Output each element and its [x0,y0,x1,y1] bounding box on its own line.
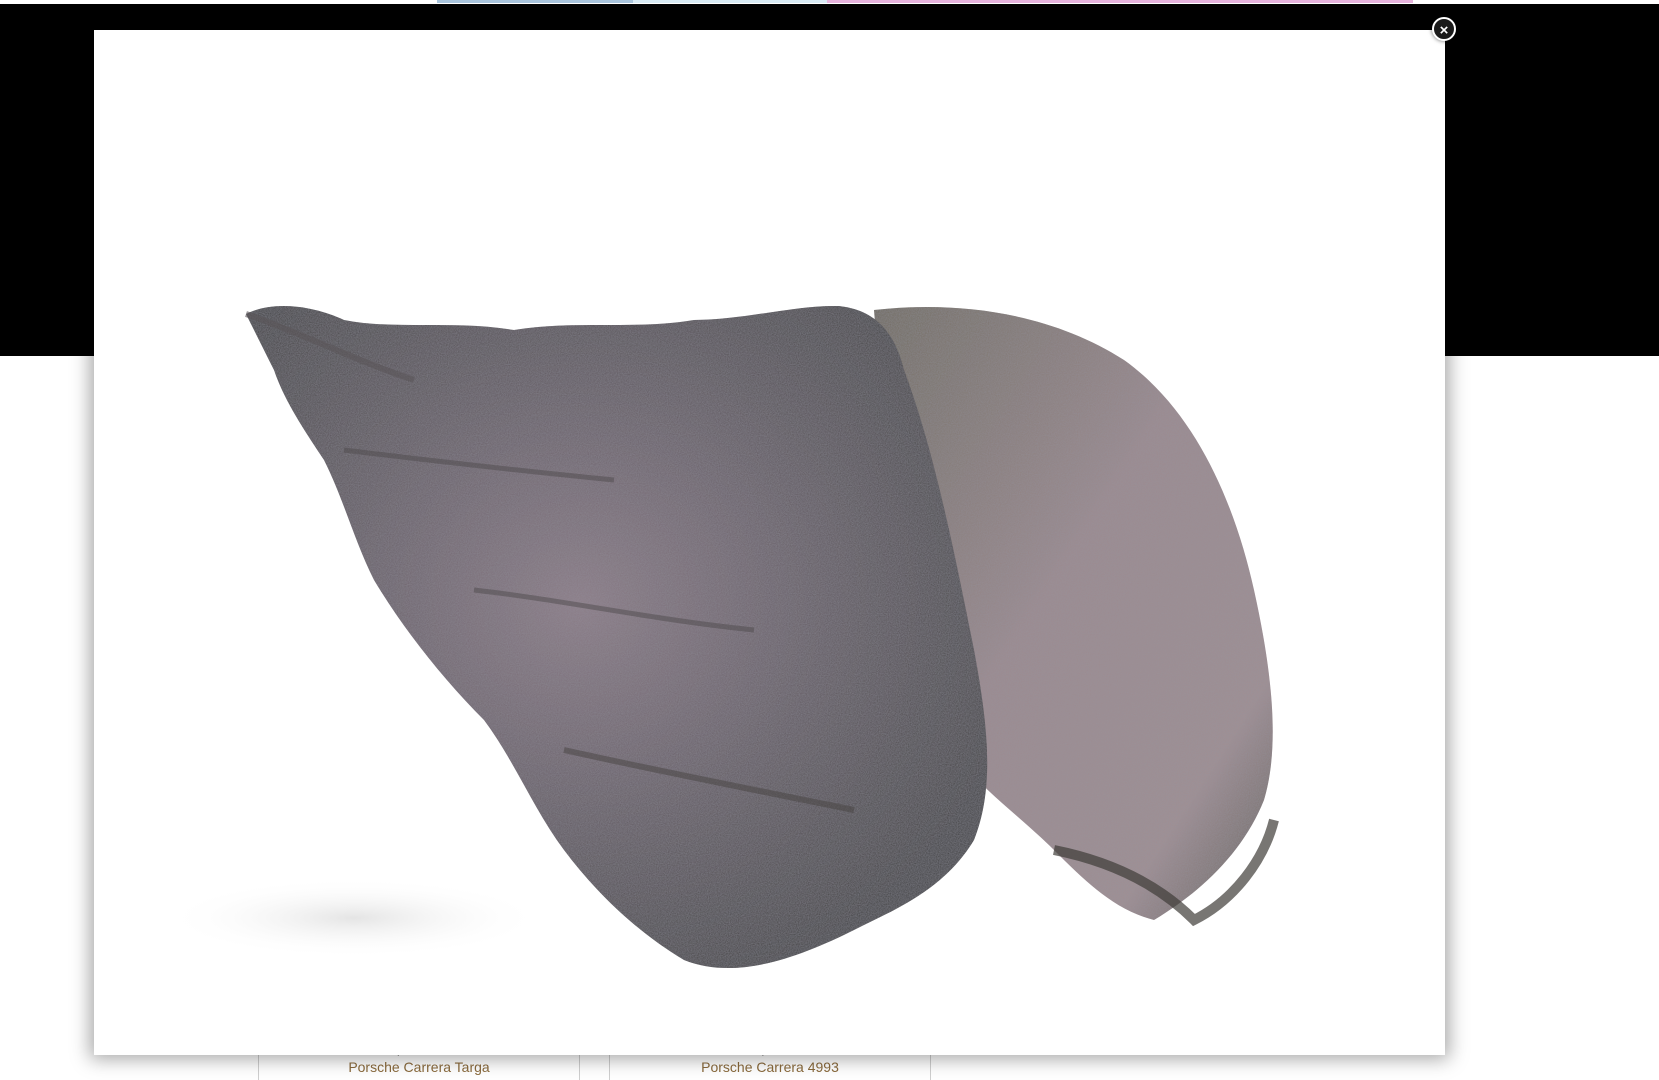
product-name-link[interactable]: Porsche Carrera Targa [259,1058,579,1076]
accent-segment-2 [633,0,827,3]
shell-shadow [164,878,544,958]
lightbox-modal [94,30,1445,1055]
close-icon[interactable]: × [1432,17,1456,41]
shell-body [246,305,988,969]
accent-segment-3 [827,0,1413,3]
shell-image [164,305,1279,969]
accent-segment-1 [437,0,633,3]
product-name-link[interactable]: Porsche Carrera 4993 [610,1058,930,1076]
